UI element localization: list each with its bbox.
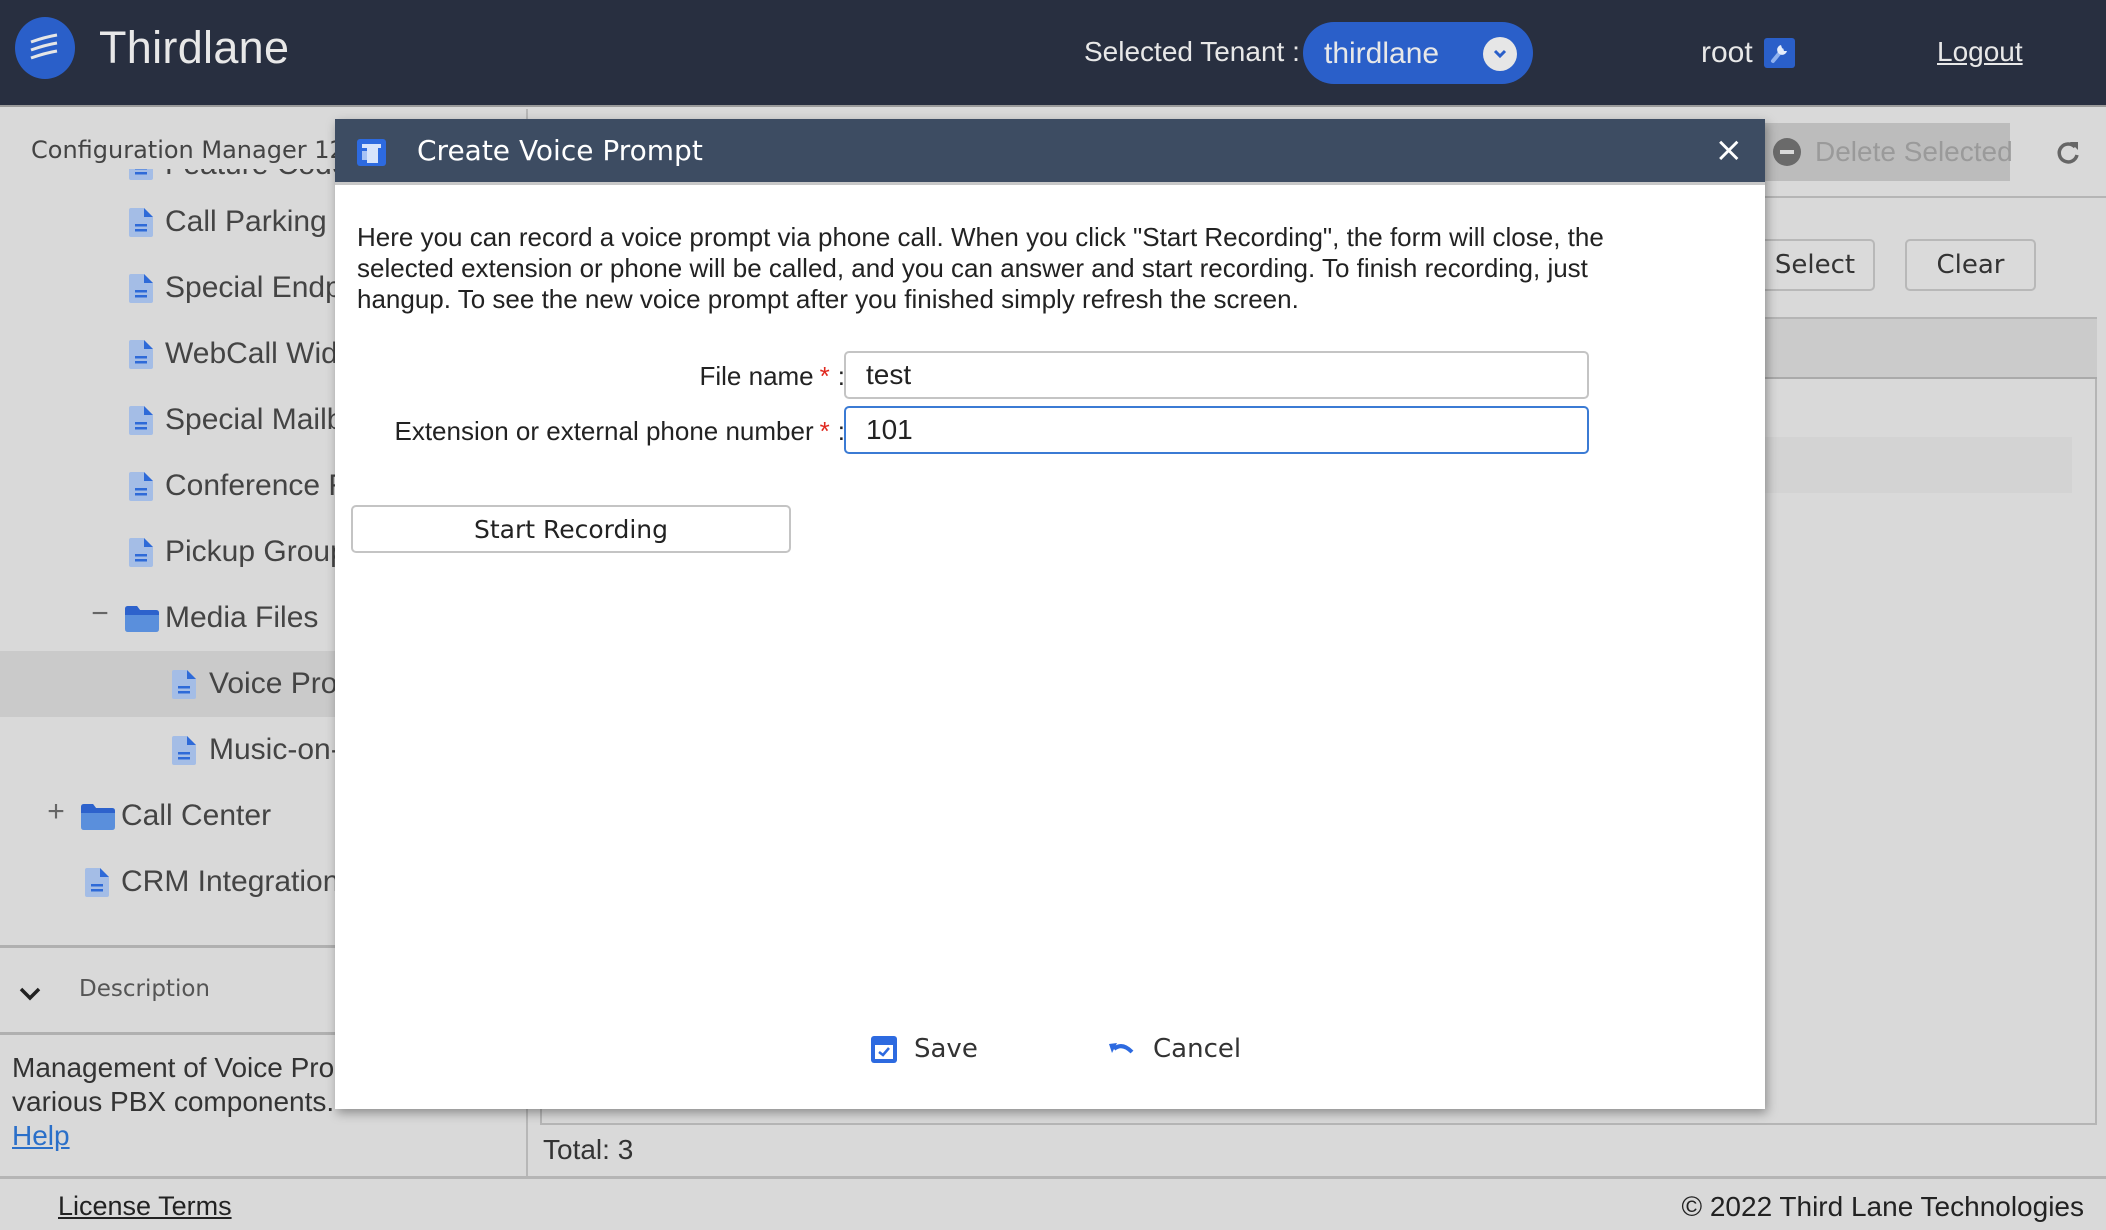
- tree-item-label: CRM Integrations: [121, 865, 354, 899]
- expand-icon[interactable]: +: [44, 795, 68, 829]
- minus-circle-icon: [1773, 138, 1801, 166]
- file-name-input[interactable]: [844, 351, 1589, 399]
- collapse-icon[interactable]: −: [88, 597, 112, 631]
- total-count: Total: 3: [543, 1134, 633, 1166]
- brand-name: Thirdlane: [99, 22, 289, 74]
- chevron-down-icon: [18, 986, 42, 1002]
- tree-item-label: Media Files: [165, 601, 318, 635]
- close-icon[interactable]: ×: [1715, 135, 1744, 165]
- file-icon: [129, 169, 153, 185]
- file-icon: [129, 472, 153, 506]
- required-marker: *: [820, 416, 830, 446]
- copyright: © 2022 Third Lane Technologies: [1681, 1191, 2084, 1223]
- user-name: root: [1701, 36, 1753, 70]
- refresh-icon[interactable]: [2055, 139, 2081, 172]
- file-icon: [129, 538, 153, 572]
- clear-button[interactable]: Clear: [1905, 239, 2036, 291]
- thirdlane-logo-icon: [15, 17, 75, 79]
- file-icon: [129, 208, 153, 242]
- file-icon: [129, 274, 153, 308]
- tree-item-label: Call Center: [121, 799, 271, 833]
- dialog-actions: Save Cancel: [335, 1024, 1765, 1074]
- file-icon: [85, 868, 109, 902]
- file-icon: [129, 340, 153, 374]
- file-icon: [172, 736, 196, 770]
- dialog-instructions: Here you can record a voice prompt via p…: [357, 222, 1677, 315]
- phone-label-text: Extension or external phone number: [394, 416, 813, 446]
- wrench-icon[interactable]: [1764, 38, 1795, 68]
- phone-label: Extension or external phone number*:: [394, 416, 845, 447]
- tree-item-label: Call Parking: [165, 205, 327, 239]
- select-button[interactable]: Select: [1755, 239, 1875, 291]
- chevron-down-icon: [1483, 37, 1517, 71]
- dialog-title: Create Voice Prompt: [417, 134, 703, 167]
- configuration-manager-title: Configuration Manager 12.1: [31, 136, 368, 164]
- required-marker: *: [820, 361, 830, 391]
- window-icon: [357, 139, 386, 166]
- file-name-label: File name*:: [699, 361, 845, 392]
- cancel-button[interactable]: Cancel: [1108, 1024, 1241, 1074]
- description-title: Description: [79, 976, 210, 1002]
- file-name-label-text: File name: [699, 361, 813, 391]
- phone-number-input[interactable]: [844, 406, 1589, 454]
- license-terms-link[interactable]: License Terms: [58, 1191, 232, 1222]
- tenant-select[interactable]: thirdlane: [1303, 22, 1533, 84]
- save-label: Save: [914, 1034, 978, 1064]
- delete-selected-button[interactable]: Delete Selected: [1765, 123, 2010, 181]
- file-icon: [172, 670, 196, 704]
- save-icon: [871, 1036, 897, 1063]
- save-button[interactable]: Save: [871, 1024, 978, 1074]
- delete-selected-label: Delete Selected: [1815, 136, 2013, 168]
- tree-item-label: Feature Codes: [165, 169, 363, 182]
- logout-link[interactable]: Logout: [1937, 36, 2023, 68]
- cancel-label: Cancel: [1153, 1034, 1241, 1064]
- dialog-title-bar[interactable]: Create Voice Prompt ×: [335, 119, 1765, 185]
- create-voice-prompt-dialog: Create Voice Prompt × Here you can recor…: [335, 119, 1765, 1109]
- tree-item-label: Pickup Groups: [165, 535, 362, 569]
- file-name-row: File name*:: [335, 351, 1765, 399]
- top-bar: Thirdlane Selected Tenant : thirdlane ro…: [0, 0, 2106, 107]
- folder-icon: [125, 606, 159, 637]
- undo-icon: [1108, 1040, 1136, 1058]
- folder-icon: [81, 804, 115, 835]
- tenant-value: thirdlane: [1324, 37, 1439, 71]
- tenant-label: Selected Tenant :: [1084, 36, 1300, 68]
- help-link[interactable]: Help: [12, 1119, 70, 1153]
- footer: License Terms © 2022 Third Lane Technolo…: [0, 1176, 2106, 1230]
- start-recording-button[interactable]: Start Recording: [351, 505, 791, 553]
- file-icon: [129, 406, 153, 440]
- phone-row: Extension or external phone number*:: [335, 406, 1765, 454]
